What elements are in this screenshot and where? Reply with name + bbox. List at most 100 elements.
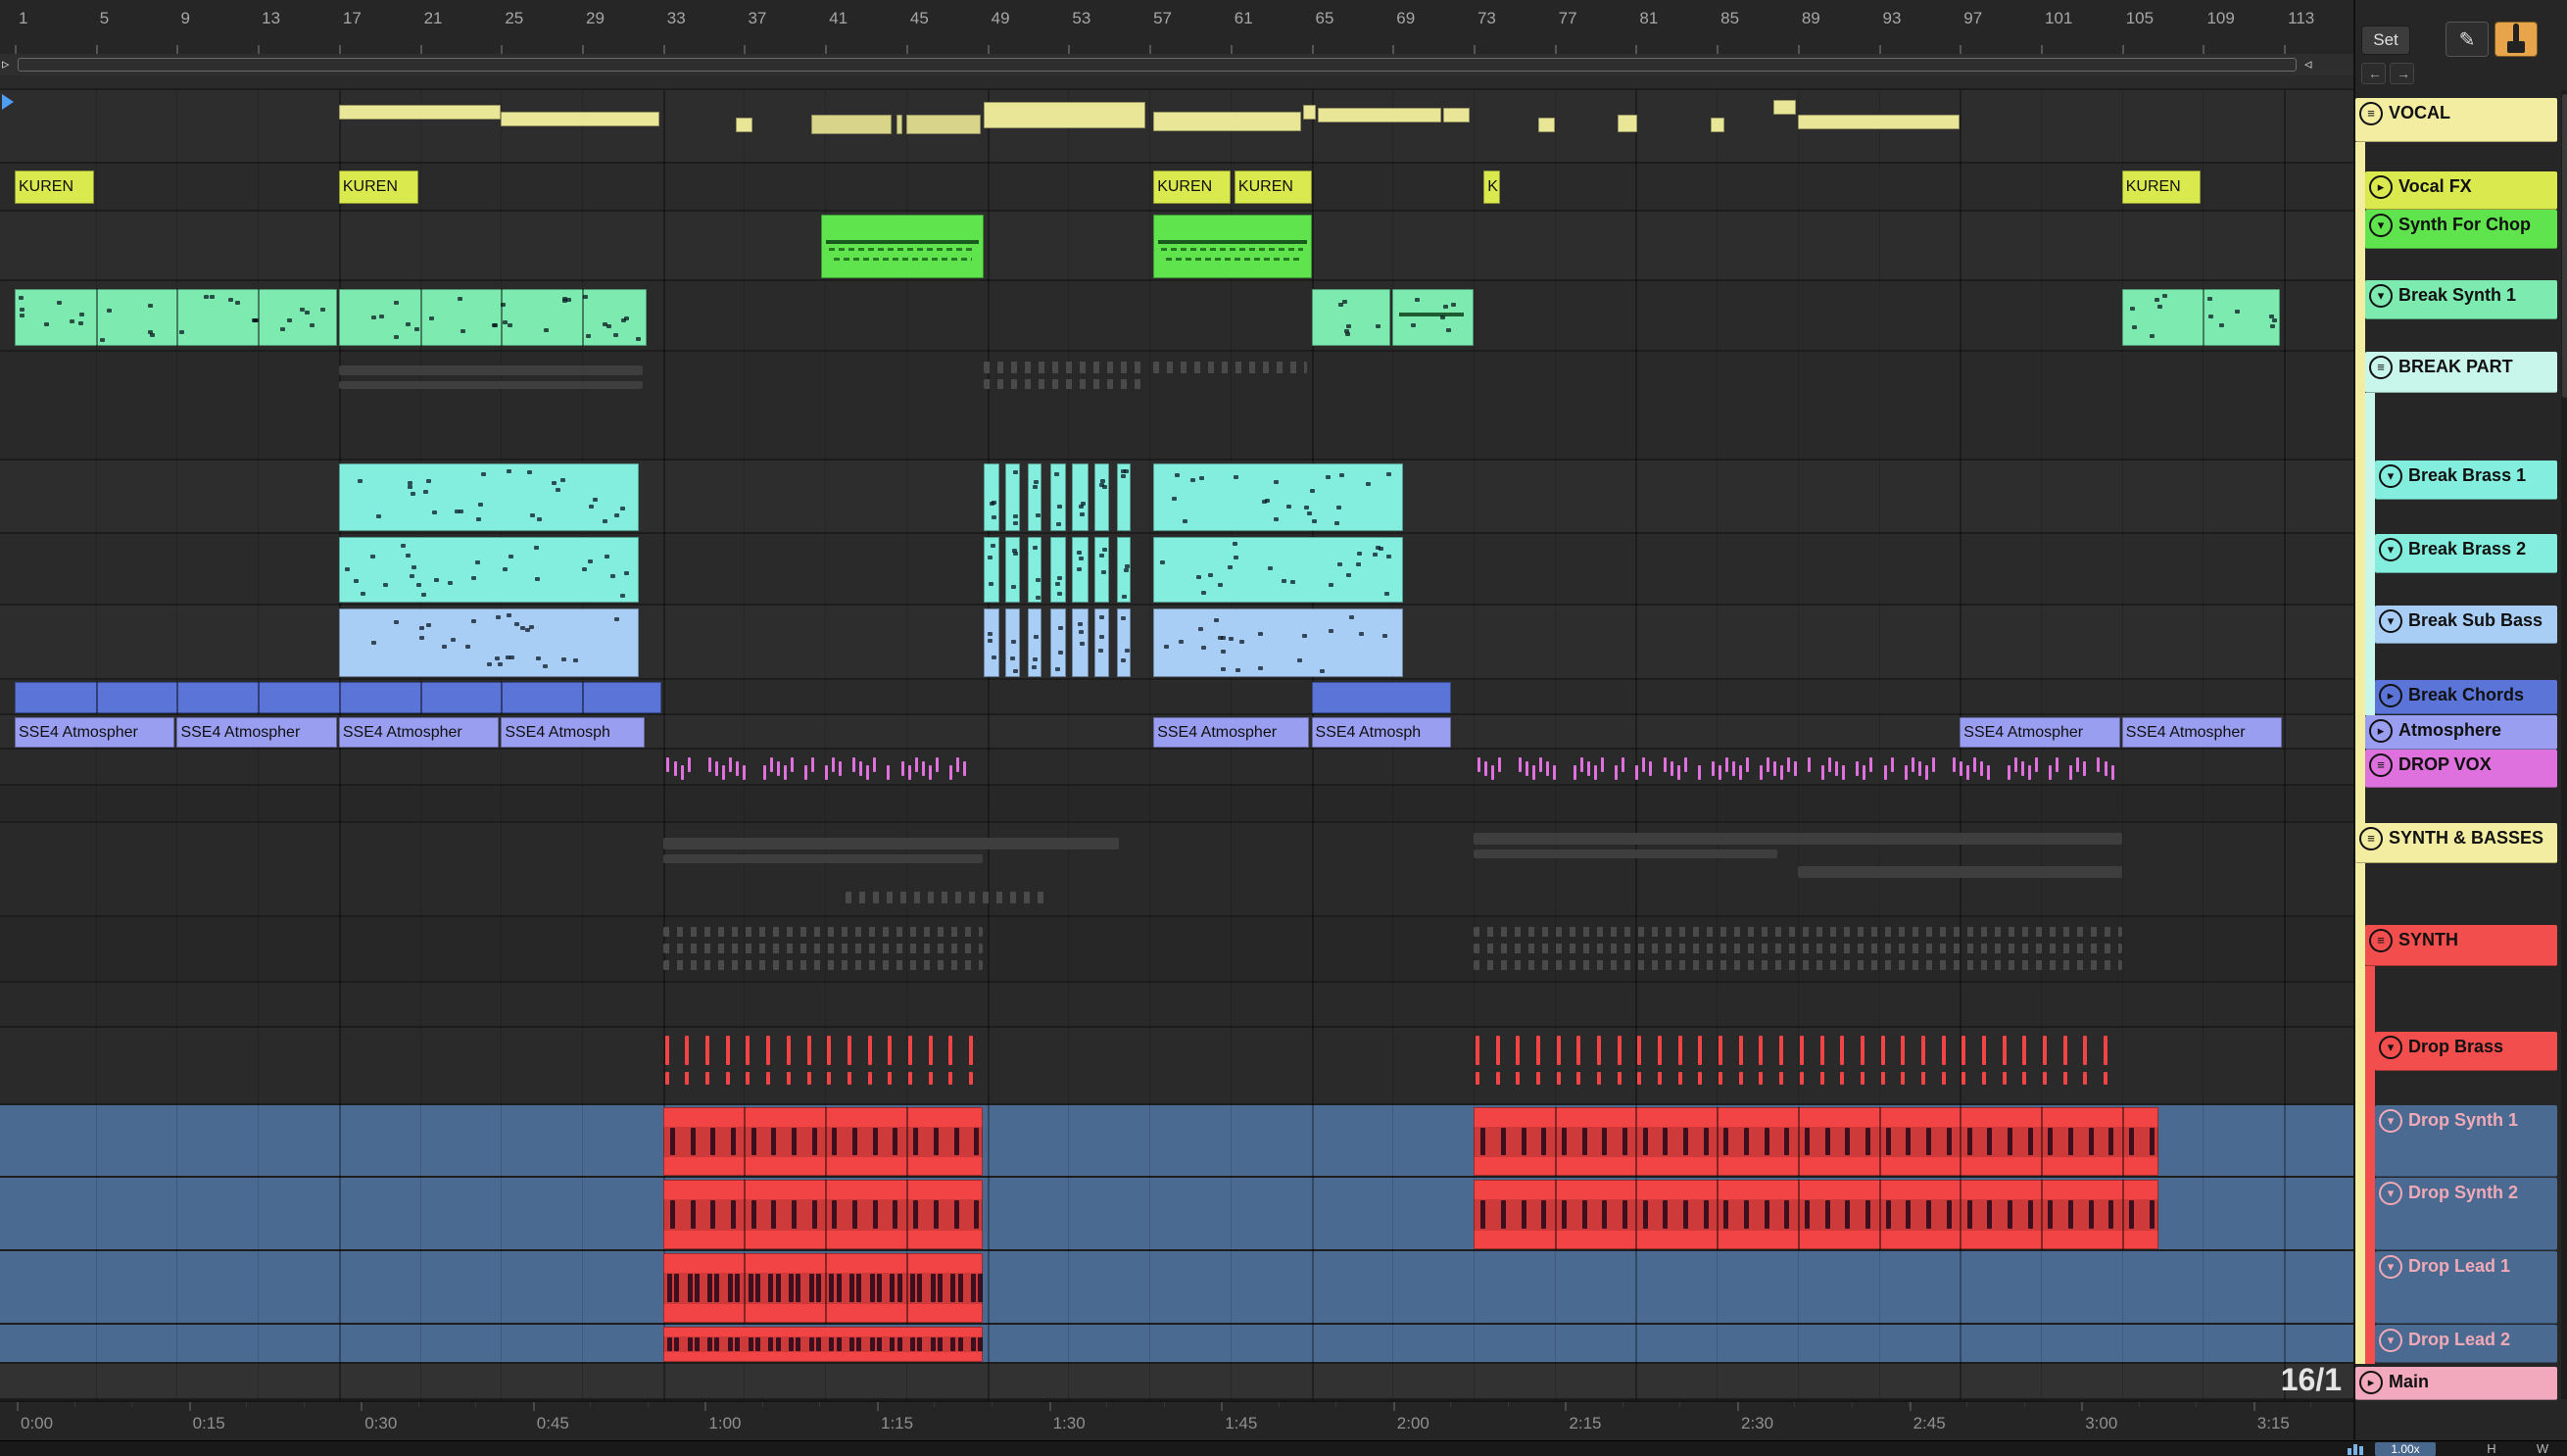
track-fold-icon[interactable]: ▾ [2379,609,2402,633]
clip-breakbrass2[interactable] [1028,537,1042,603]
clip-breakbrass1[interactable] [983,463,1000,531]
clip-breakbrass2[interactable] [1072,537,1090,603]
track-fold-icon[interactable]: ▾ [2369,214,2393,237]
track-header-atmosphere[interactable]: ▸ Atmosphere [2365,715,2557,750]
track-header-breakchords[interactable]: ▸ Break Chords [2375,680,2557,714]
clip-vocal[interactable] [1773,100,1796,115]
track-fold-icon[interactable]: ▸ [2369,719,2393,743]
track-lane-prerow[interactable] [0,75,2353,90]
clip-atmosphere[interactable]: SSE4 Atmosph [1311,717,1452,748]
clip-synthbasses[interactable] [662,854,984,863]
clip-breaksynth1[interactable] [1311,289,1391,346]
track-fold-icon[interactable]: ▾ [2379,1109,2402,1133]
track-fold-icon[interactable]: ▾ [2379,1182,2402,1205]
lock-button[interactable] [2494,22,2538,57]
clip-breaksub[interactable] [1153,608,1403,677]
sidebar-scrollbar[interactable] [2561,90,2567,1399]
clip-synthgroup[interactable] [1473,960,2122,970]
clip-dropsynth1[interactable] [662,1107,984,1176]
clip-breakpart[interactable] [338,365,644,375]
clip-breaksub[interactable] [1049,608,1067,677]
clip-vocal[interactable] [736,118,752,132]
clip-breakbrass1[interactable] [1049,463,1067,531]
clip-vocal[interactable] [810,115,893,134]
track-header-vocalfx[interactable]: ▸ Vocal FX [2365,171,2557,210]
track-header-breakbrass1[interactable]: ▾ Break Brass 1 [2375,461,2557,500]
track-header-synthchop[interactable]: ▾ Synth For Chop [2365,210,2557,249]
clip-breaksub[interactable] [983,608,1000,677]
clip-breaksub[interactable] [1094,608,1109,677]
group-fold-icon[interactable]: ≡ [2359,102,2383,125]
clip-breakbrass1[interactable] [1116,463,1132,531]
clip-synthgroup[interactable] [662,960,984,970]
clip-breakbrass2[interactable] [1116,537,1132,603]
clip-vocal[interactable] [1442,108,1470,122]
clip-breakpart[interactable] [1153,362,1308,373]
forward-arrow-button[interactable]: → [2390,63,2414,84]
clip-breakbrass1[interactable] [1028,463,1042,531]
track-header-synthgroup[interactable]: ≡ SYNTH [2365,925,2557,966]
track-header-droplead1[interactable]: ▾ Drop Lead 1 [2375,1251,2557,1324]
track-lane-droplead2[interactable] [0,1325,2353,1364]
clip-breakchords[interactable] [15,682,661,713]
clip-breaksub[interactable] [1072,608,1090,677]
clip-vocalfx[interactable]: K [1483,170,1500,204]
clip-synthbasses[interactable] [845,892,1048,903]
track-fold-icon[interactable]: ▸ [2369,175,2393,199]
scrollbar-thumb[interactable] [2562,94,2567,398]
clip-vocal[interactable] [1710,118,1725,132]
clip-breaksynth1[interactable] [15,289,337,346]
track-fold-icon[interactable]: ▾ [2379,464,2402,488]
clip-vocal[interactable] [896,115,902,134]
track-header-dropvox[interactable]: ≡ DROP VOX [2365,750,2557,788]
track-lane-main[interactable] [0,1364,2353,1400]
clip-atmosphere[interactable]: SSE4 Atmospher [1153,717,1310,748]
clip-vocal[interactable] [1153,112,1302,131]
track-header-droplead2[interactable]: ▾ Drop Lead 2 [2375,1325,2557,1363]
clip-dropsynth2[interactable] [662,1180,984,1249]
height-zoom-button[interactable]: H [2477,1441,2506,1456]
clip-synthgroup[interactable] [662,944,984,953]
clip-synthgroup[interactable] [1473,927,2122,937]
track-header-breaksynth1[interactable]: ▾ Break Synth 1 [2365,280,2557,319]
clip-atmosphere[interactable]: SSE4 Atmosph [501,717,646,748]
group-fold-icon[interactable]: ≡ [2359,827,2383,850]
clip-atmosphere[interactable]: SSE4 Atmospher [176,717,337,748]
clip-atmosphere[interactable]: SSE4 Atmospher [2121,717,2283,748]
clip-breakbrass2[interactable] [1153,537,1403,603]
clip-vocal[interactable] [983,102,1145,128]
track-header-dropbrass[interactable]: ▾ Drop Brass [2375,1032,2557,1071]
track-lane-droplead1[interactable] [0,1251,2353,1325]
clip-breaksub[interactable] [1028,608,1042,677]
clip-dropvox[interactable] [1474,750,2114,786]
clip-breakbrass1[interactable] [1005,463,1020,531]
clip-breakpart[interactable] [983,362,1141,373]
clip-vocal[interactable] [1538,118,1555,132]
clip-droplead2[interactable] [662,1327,984,1362]
set-button[interactable]: Set [2361,25,2410,55]
track-header-breaksub[interactable]: ▾ Break Sub Bass [2375,606,2557,644]
clip-synthchop[interactable] [821,215,984,278]
clip-vocalfx[interactable]: KUREN [15,170,94,204]
clip-breaksub[interactable] [1116,608,1132,677]
clip-vocalfx[interactable]: KUREN [1234,170,1312,204]
clip-synthbasses[interactable] [1473,849,1778,858]
clip-dropvox[interactable] [663,750,967,786]
track-lane-gap1[interactable] [0,786,2353,823]
clip-vocal[interactable] [905,115,982,134]
track-header-main[interactable]: ▸ Main [2355,1367,2557,1400]
track-lane-gap2[interactable] [0,983,2353,1028]
arrangement-area[interactable]: KUREN KUREN KUREN KUREN K KUREN SSE4 Atmospher… [0,0,2353,1400]
clip-breakbrass2[interactable] [338,537,639,603]
track-fold-icon[interactable]: ▾ [2379,1329,2402,1352]
playback-speed-badge[interactable]: 1.00x [2375,1442,2436,1456]
clip-synthchop[interactable] [1153,215,1312,278]
clip-synthbasses[interactable] [662,838,1120,849]
clip-breakbrass1[interactable] [1153,463,1403,531]
clip-breakbrass2[interactable] [1005,537,1020,603]
clip-vocal[interactable] [1797,115,1961,129]
clip-dropbrass[interactable] [663,1028,984,1105]
clip-breakbrass1[interactable] [1094,463,1109,531]
clip-droplead1[interactable] [662,1253,984,1323]
clip-dropsynth1[interactable] [1473,1107,2158,1176]
